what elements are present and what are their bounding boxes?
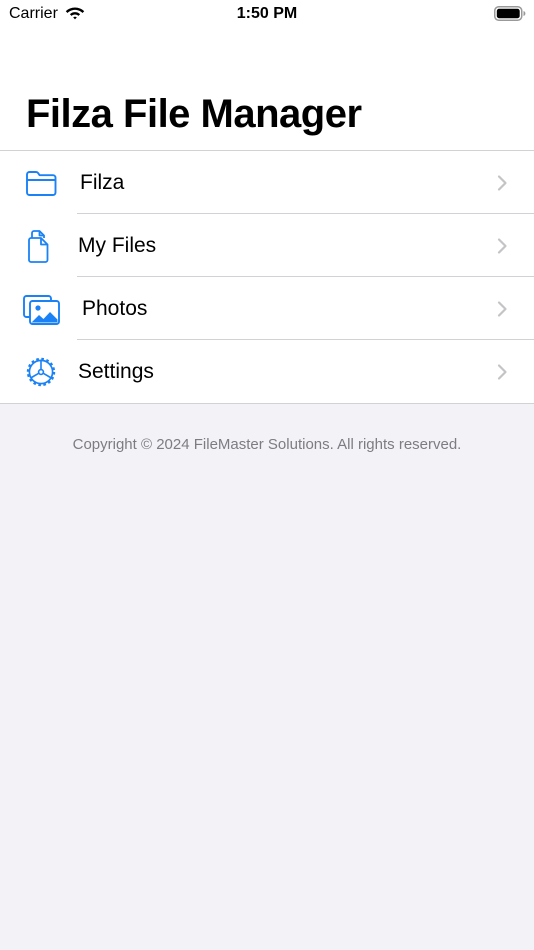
- menu-item-label: Photos: [82, 297, 148, 320]
- copyright-text: Copyright © 2024 FileMaster Solutions. A…: [72, 436, 462, 453]
- gear-icon: [26, 357, 56, 387]
- page-title: Filza File Manager: [26, 92, 362, 136]
- status-bar: Carrier 1:50 PM: [0, 0, 534, 30]
- chevron-right-icon: [497, 364, 507, 380]
- menu-item-photos[interactable]: Photos: [0, 277, 534, 340]
- status-time: 1:50 PM: [236, 5, 298, 22]
- chevron-right-icon: [497, 238, 507, 254]
- menu-item-label: Filza: [80, 171, 125, 194]
- menu-item-label: Settings: [78, 360, 154, 383]
- photos-icon: [23, 295, 60, 325]
- documents-icon: [28, 230, 49, 263]
- folder-icon: [26, 171, 57, 196]
- menu-item-filza[interactable]: Filza: [0, 151, 534, 214]
- header-area: Carrier 1:50 PM Filza File Manager: [0, 0, 534, 150]
- chevron-right-icon: [497, 301, 507, 317]
- menu-item-settings[interactable]: Settings: [0, 340, 534, 403]
- menu-item-my-files[interactable]: My Files: [0, 214, 534, 277]
- menu-list: Filza My Files Photos Settings: [0, 150, 534, 404]
- battery-icon: [494, 6, 526, 21]
- menu-item-label: My Files: [78, 234, 157, 257]
- chevron-right-icon: [497, 175, 507, 191]
